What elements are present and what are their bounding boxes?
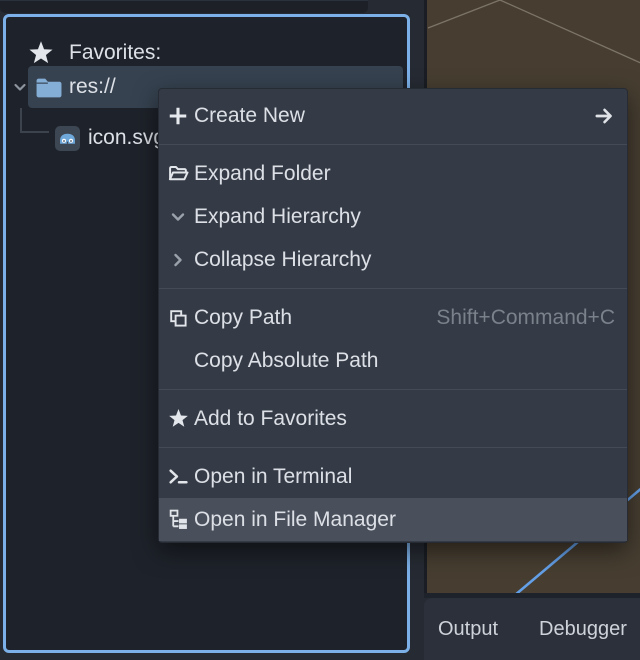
empty-icon-slot [167,350,189,372]
chevron-down-icon [167,206,189,228]
favorites-star-icon [28,40,54,66]
menu-item-shortcut: Shift+Command+C [436,306,615,330]
menu-item-label: Create New [194,104,305,128]
folder-open-icon [167,163,189,185]
bottom-panel: Output Debugger [424,598,640,660]
menu-item-label: Collapse Hierarchy [194,248,371,272]
menu-item-open-in-terminal[interactable]: Open in Terminal [159,455,627,498]
chevron-right-icon [167,249,189,271]
menu-item-label: Expand Hierarchy [194,205,361,229]
tab-debugger[interactable]: Debugger [539,618,627,641]
menu-item-create-new[interactable]: Create New [159,94,627,137]
plus-icon [167,105,189,127]
tree-item-res[interactable]: res:// [12,66,116,108]
copy-icon [167,307,189,329]
tree-item-label: res:// [69,75,116,99]
menu-separator [159,288,627,289]
tree-item-label: icon.svg [88,126,165,150]
menu-item-add-to-favorites[interactable]: Add to Favorites [159,397,627,440]
menu-item-copy-absolute-path[interactable]: Copy Absolute Path [159,339,627,382]
menu-item-expand-folder[interactable]: Expand Folder [159,152,627,195]
menu-separator [159,389,627,390]
menu-item-open-in-file-manager[interactable]: Open in File Manager [159,498,627,541]
menu-item-label: Add to Favorites [194,407,347,431]
menu-separator [159,447,627,448]
tree-connector-line [20,108,49,133]
menu-separator [159,144,627,145]
menu-item-label: Copy Path [194,306,292,330]
file-manager-icon [167,509,189,531]
godot-logo-icon [55,126,80,151]
folder-icon [35,76,62,99]
tree-item-icon-svg[interactable]: icon.svg [55,117,165,159]
menu-item-expand-hierarchy[interactable]: Expand Hierarchy [159,195,627,238]
menu-item-label: Open in Terminal [194,465,352,489]
tab-output[interactable]: Output [438,618,498,641]
submenu-arrow-icon [593,105,615,127]
terminal-icon [167,466,189,488]
menu-item-label: Copy Absolute Path [194,349,378,373]
menu-item-label: Expand Folder [194,162,331,186]
expander-chevron-down-icon[interactable] [12,79,28,95]
star-icon [167,408,189,430]
menu-item-collapse-hierarchy[interactable]: Collapse Hierarchy [159,238,627,281]
menu-item-label: Open in File Manager [194,508,396,532]
favorites-label: Favorites: [69,41,161,65]
filesystem-context-menu: Create New Expand Folder Expand Hierarch… [158,88,628,543]
menu-item-copy-path[interactable]: Copy Path Shift+Command+C [159,296,627,339]
filesystem-filter-bar[interactable] [0,0,368,13]
